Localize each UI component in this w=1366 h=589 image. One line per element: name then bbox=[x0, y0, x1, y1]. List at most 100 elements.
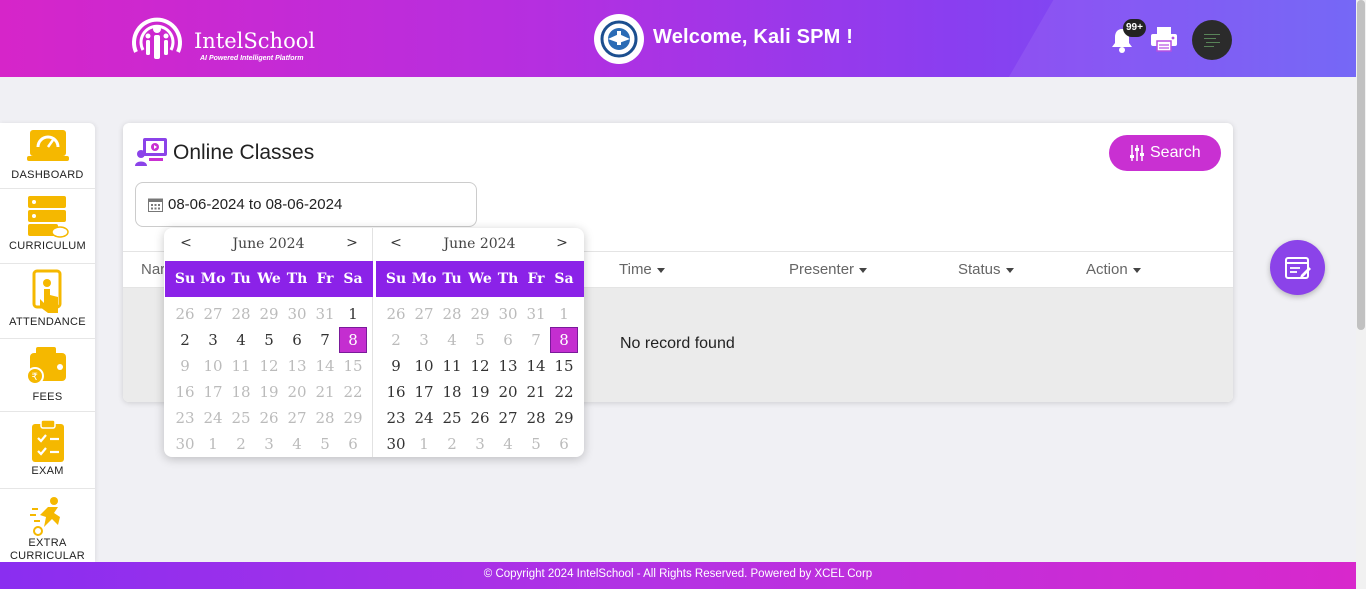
calendar-day[interactable]: 20 bbox=[284, 380, 310, 404]
calendar-day[interactable]: 13 bbox=[284, 354, 310, 378]
calendar-day[interactable]: 21 bbox=[312, 380, 338, 404]
calendar-day[interactable]: 5 bbox=[523, 432, 549, 456]
calendar-day[interactable]: 7 bbox=[312, 328, 338, 352]
calendar-day[interactable]: 29 bbox=[256, 302, 282, 326]
calendar-day[interactable]: 1 bbox=[340, 302, 366, 326]
calendar-day[interactable]: 31 bbox=[523, 302, 549, 326]
bell-icon[interactable] bbox=[1108, 26, 1136, 54]
calendar-day[interactable]: 24 bbox=[411, 406, 437, 430]
calendar-day[interactable]: 4 bbox=[284, 432, 310, 456]
calendar-day[interactable]: 23 bbox=[383, 406, 409, 430]
calendar-day[interactable]: 27 bbox=[284, 406, 310, 430]
calendar-day[interactable]: 10 bbox=[200, 354, 226, 378]
calendar-day[interactable]: 27 bbox=[411, 302, 437, 326]
calendar-day[interactable]: 2 bbox=[172, 328, 198, 352]
calendar-day[interactable]: 5 bbox=[467, 328, 493, 352]
calendar-day[interactable]: 27 bbox=[495, 406, 521, 430]
search-button[interactable]: Search bbox=[1109, 135, 1221, 171]
calendar-day[interactable]: 7 bbox=[523, 328, 549, 352]
calendar-day[interactable]: 6 bbox=[495, 328, 521, 352]
calendar-day[interactable]: 9 bbox=[172, 354, 198, 378]
floating-action-button[interactable] bbox=[1270, 240, 1325, 295]
sidebar-item-attendance[interactable]: ATTENDANCE bbox=[0, 265, 95, 339]
calendar-day[interactable]: 30 bbox=[172, 432, 198, 456]
calendar-day[interactable]: 12 bbox=[467, 354, 493, 378]
calendar-day-selected[interactable]: 8 bbox=[339, 327, 367, 353]
calendar-day[interactable]: 28 bbox=[439, 302, 465, 326]
printer-icon[interactable] bbox=[1149, 24, 1179, 54]
calendar-day[interactable]: 13 bbox=[495, 354, 521, 378]
calendar-day[interactable]: 20 bbox=[495, 380, 521, 404]
calendar-day[interactable]: 1 bbox=[411, 432, 437, 456]
calendar-day[interactable]: 3 bbox=[467, 432, 493, 456]
calendar-day[interactable]: 26 bbox=[172, 302, 198, 326]
date-range-field[interactable] bbox=[135, 182, 477, 227]
column-header-presenter[interactable]: Presenter bbox=[789, 261, 868, 278]
calendar-day[interactable]: 23 bbox=[172, 406, 198, 430]
calendar-day[interactable]: 25 bbox=[439, 406, 465, 430]
calendar-day[interactable]: 2 bbox=[439, 432, 465, 456]
calendar-day[interactable]: 18 bbox=[228, 380, 254, 404]
calendar-day[interactable]: 28 bbox=[228, 302, 254, 326]
prev-month-button[interactable]: < bbox=[386, 235, 406, 251]
calendar-day[interactable]: 27 bbox=[200, 302, 226, 326]
calendar-day[interactable]: 6 bbox=[551, 432, 577, 456]
calendar-day[interactable]: 30 bbox=[495, 302, 521, 326]
calendar-day[interactable]: 2 bbox=[228, 432, 254, 456]
calendar-day[interactable]: 26 bbox=[256, 406, 282, 430]
calendar-day[interactable]: 10 bbox=[411, 354, 437, 378]
calendar-day[interactable]: 29 bbox=[551, 406, 577, 430]
calendar-day[interactable]: 19 bbox=[256, 380, 282, 404]
calendar-day[interactable]: 14 bbox=[523, 354, 549, 378]
calendar-day[interactable]: 3 bbox=[200, 328, 226, 352]
calendar-day[interactable]: 5 bbox=[256, 328, 282, 352]
calendar-day[interactable]: 11 bbox=[439, 354, 465, 378]
calendar-day[interactable]: 16 bbox=[172, 380, 198, 404]
calendar-day[interactable]: 11 bbox=[228, 354, 254, 378]
prev-month-button[interactable]: < bbox=[176, 235, 196, 251]
calendar-day[interactable]: 1 bbox=[200, 432, 226, 456]
calendar-day[interactable]: 26 bbox=[383, 302, 409, 326]
next-month-button[interactable]: > bbox=[552, 235, 572, 251]
calendar-day[interactable]: 29 bbox=[467, 302, 493, 326]
sidebar-item-fees[interactable]: ₹ FEES bbox=[0, 340, 95, 412]
calendar-day[interactable]: 29 bbox=[340, 406, 366, 430]
calendar-day[interactable]: 18 bbox=[439, 380, 465, 404]
next-month-button[interactable]: > bbox=[342, 235, 362, 251]
calendar-day[interactable]: 9 bbox=[383, 354, 409, 378]
sidebar-item-curriculum[interactable]: CURRICULUM bbox=[0, 190, 95, 264]
page-scrollbar[interactable] bbox=[1356, 0, 1366, 589]
calendar-day[interactable]: 1 bbox=[551, 302, 577, 326]
calendar-day[interactable]: 5 bbox=[312, 432, 338, 456]
calendar-day[interactable]: 30 bbox=[383, 432, 409, 456]
calendar-day[interactable]: 28 bbox=[523, 406, 549, 430]
calendar-day[interactable]: 2 bbox=[383, 328, 409, 352]
calendar-day[interactable]: 3 bbox=[411, 328, 437, 352]
calendar-day[interactable]: 24 bbox=[200, 406, 226, 430]
calendar-day[interactable]: 25 bbox=[228, 406, 254, 430]
calendar-day[interactable]: 22 bbox=[340, 380, 366, 404]
scrollbar-thumb[interactable] bbox=[1357, 0, 1365, 330]
sidebar-item-dashboard[interactable]: DASHBOARD bbox=[0, 123, 95, 189]
calendar-day[interactable]: 26 bbox=[467, 406, 493, 430]
column-header-name[interactable]: Nar bbox=[141, 261, 165, 278]
calendar-day[interactable]: 3 bbox=[256, 432, 282, 456]
column-header-time[interactable]: Time bbox=[619, 261, 665, 278]
calendar-day[interactable]: 16 bbox=[383, 380, 409, 404]
calendar-day[interactable]: 4 bbox=[495, 432, 521, 456]
calendar-day[interactable]: 12 bbox=[256, 354, 282, 378]
intelschool-logo[interactable]: IntelSchool AI Powered Intelligent Platf… bbox=[128, 12, 328, 66]
calendar-day[interactable]: 6 bbox=[340, 432, 366, 456]
calendar-day[interactable]: 14 bbox=[312, 354, 338, 378]
calendar-day[interactable]: 30 bbox=[284, 302, 310, 326]
calendar-day[interactable]: 17 bbox=[200, 380, 226, 404]
sidebar-item-extra-curricular[interactable]: EXTRA CURRICULAR bbox=[0, 490, 95, 562]
calendar-day[interactable]: 21 bbox=[523, 380, 549, 404]
sidebar-item-exam[interactable]: EXAM bbox=[0, 413, 95, 489]
calendar-day[interactable]: 15 bbox=[340, 354, 366, 378]
calendar-day[interactable]: 17 bbox=[411, 380, 437, 404]
calendar-day[interactable]: 4 bbox=[439, 328, 465, 352]
calendar-day[interactable]: 15 bbox=[551, 354, 577, 378]
calendar-day[interactable]: 22 bbox=[551, 380, 577, 404]
user-avatar[interactable] bbox=[1192, 20, 1232, 60]
